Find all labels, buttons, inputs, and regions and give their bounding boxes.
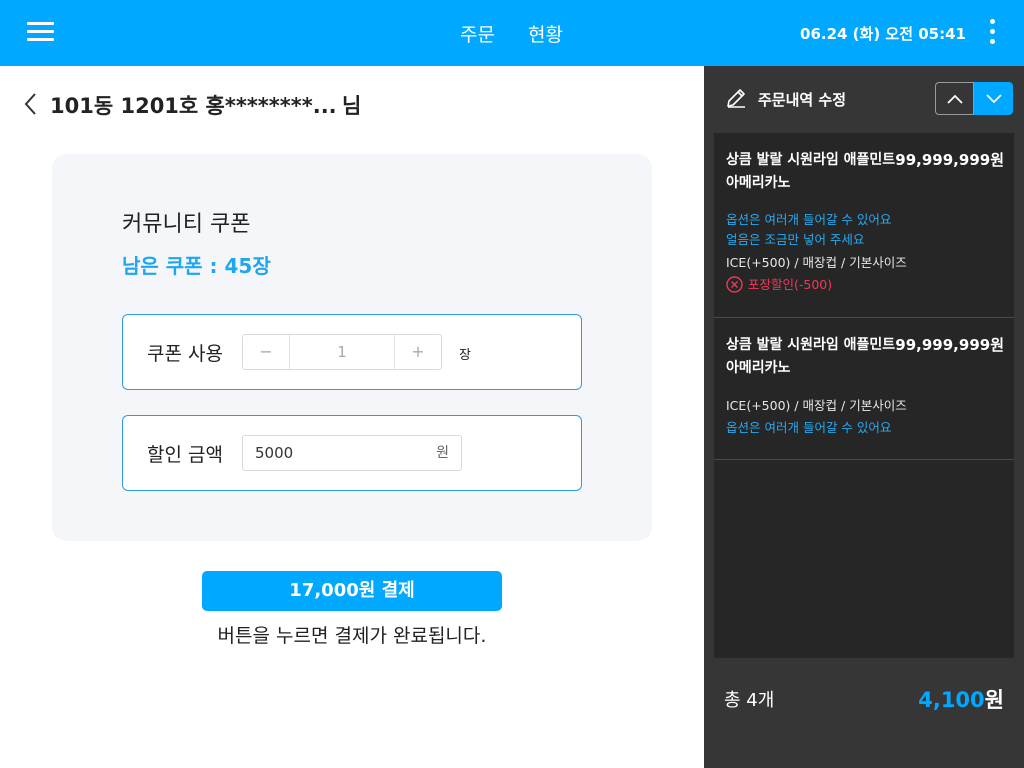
item-name: 상큼 발랄 시원라임 애플민트 아메리카노 (726, 152, 896, 191)
coupon-title: 커뮤니티 쿠폰 (122, 212, 251, 237)
item-option-note: 옵션은 여러개 들어갈 수 있어요 (726, 420, 892, 435)
item-option-note: 옵션은 여러개 들어갈 수 있어요 (726, 212, 892, 227)
order-panel: 주문내역 수정 상큼 발랄 시원라임 애플민트 아메리카노 99,999,999… (704, 66, 1024, 768)
total-amount-unit: 원 (984, 688, 1004, 712)
tab-order[interactable]: 주문 (460, 20, 495, 47)
customer-name-text: 101동 1201호 홍********... (50, 94, 337, 118)
item-name: 상큼 발랄 시원라임 애플민트 아메리카노 (726, 337, 896, 376)
total-amount-value: 4,100 (918, 688, 985, 712)
coupon-card: 커뮤니티 쿠폰 남은 쿠폰 : 45장 쿠폰 사용 − 1 + 장 할인 금액 … (52, 154, 652, 541)
discount-amount-field: 할인 금액 5000 원 (122, 415, 582, 491)
quantity-value[interactable]: 1 (290, 335, 394, 369)
pay-hint: 버튼을 누르면 결제가 완료됩니다. (217, 625, 487, 647)
datetime: 06.24 (화) 오전 05:41 (800, 25, 966, 43)
item-price: 99,999,999원 (895, 151, 1004, 169)
quantity-unit: 장 (459, 348, 471, 363)
order-edit-title: 주문내역 수정 (758, 91, 847, 109)
pay-button[interactable]: 17,000원 결제 (202, 571, 502, 611)
order-item[interactable]: 상큼 발랄 시원라임 애플민트 아메리카노 99,999,999원 옵션은 여러… (714, 133, 1014, 318)
item-price: 99,999,999원 (895, 336, 1004, 354)
item-options: ICE(+500) / 매장컵 / 기본사이즈 (726, 398, 907, 413)
coupon-use-field: 쿠폰 사용 − 1 + 장 (122, 314, 582, 390)
scroll-up-button[interactable] (935, 82, 974, 115)
customer-honorific: 님 (342, 94, 362, 118)
back-icon[interactable] (22, 92, 42, 116)
tab-status[interactable]: 현황 (528, 20, 563, 47)
cancel-circle-icon[interactable] (726, 276, 743, 293)
menu-icon[interactable] (27, 22, 55, 42)
more-options-icon[interactable] (987, 19, 999, 47)
quantity-stepper: − 1 + (242, 334, 442, 370)
decrement-button[interactable]: − (243, 335, 290, 369)
top-header: 주문 현황 06.24 (화) 오전 05:41 (0, 0, 1024, 66)
total-count: 총 4개 (724, 690, 775, 711)
item-options: ICE(+500) / 매장컵 / 기본사이즈 (726, 255, 907, 270)
coupon-remaining: 남은 쿠폰 : 45장 (122, 254, 271, 278)
scroll-down-button[interactable] (974, 82, 1013, 115)
total-amount: 4,100원 (918, 684, 1004, 714)
discount-amount-input[interactable]: 5000 원 (242, 435, 462, 471)
item-discount: 포장할인(-500) (726, 274, 832, 293)
item-discount-text: 포장할인(-500) (748, 277, 833, 292)
discount-amount-label: 할인 금액 (147, 444, 223, 466)
pencil-icon (724, 86, 748, 110)
chevron-up-icon (947, 94, 963, 104)
discount-amount-unit: 원 (436, 445, 449, 461)
customer-name: 101동 1201호 홍********... 님 (50, 90, 361, 120)
discount-amount-value: 5000 (255, 444, 294, 462)
order-list: 상큼 발랄 시원라임 애플민트 아메리카노 99,999,999원 옵션은 여러… (714, 133, 1014, 658)
item-option-note: 얼음은 조금만 넣어 주세요 (726, 232, 865, 247)
chevron-down-icon (986, 94, 1002, 104)
order-item[interactable]: 상큼 발랄 시원라임 애플민트 아메리카노 99,999,999원 ICE(+5… (714, 318, 1014, 460)
increment-button[interactable]: + (394, 335, 441, 369)
coupon-use-label: 쿠폰 사용 (147, 343, 223, 365)
